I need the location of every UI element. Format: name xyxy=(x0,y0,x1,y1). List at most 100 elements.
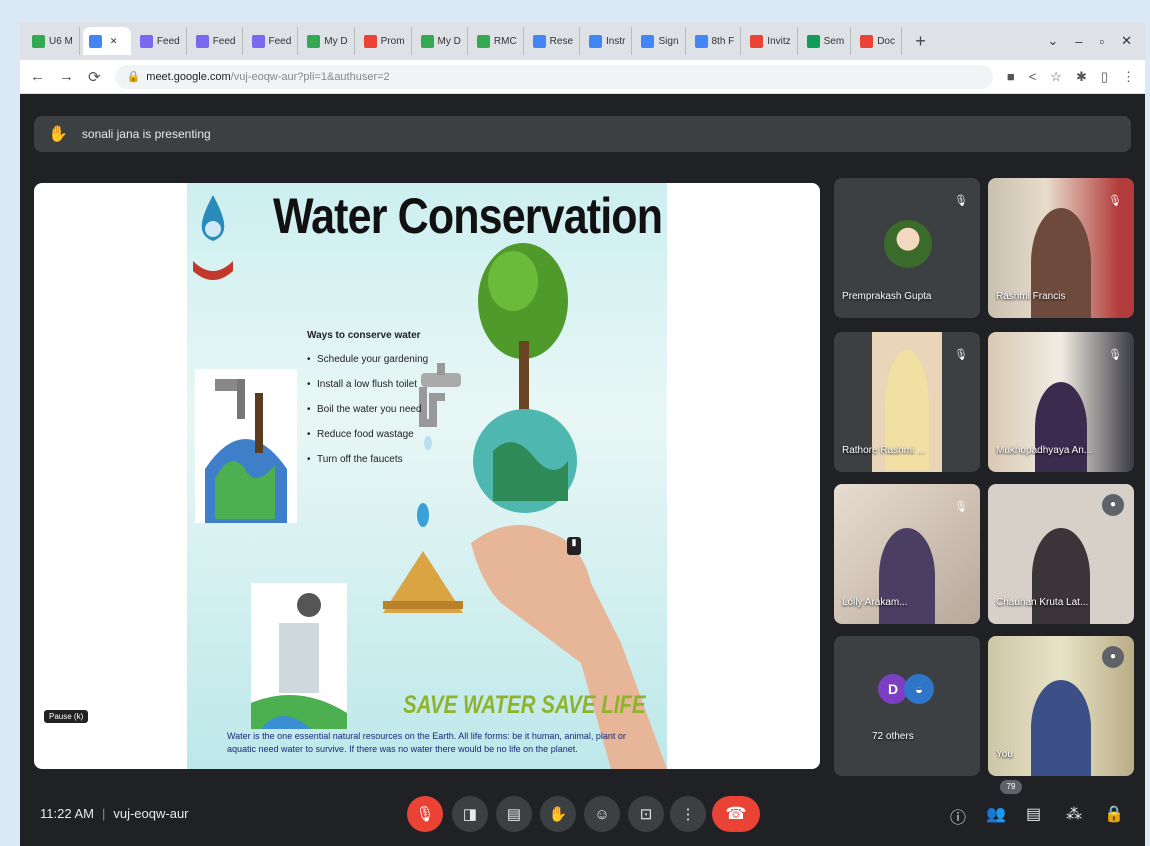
tab-favicon-icon xyxy=(32,34,45,48)
browser-tab[interactable]: 8th F xyxy=(689,27,742,55)
present-button[interactable]: ⊡ xyxy=(628,796,664,832)
slide: Water Conservation Ways to conserve wate… xyxy=(187,183,667,769)
chat-icon[interactable]: ▤ xyxy=(1026,804,1041,824)
participant-tile[interactable]: ● Chauhan Kruta Lat... xyxy=(988,484,1134,624)
browser-tab[interactable]: Feed xyxy=(134,27,187,55)
tab-label: Sem xyxy=(823,35,845,47)
lock-icon: 🔒 xyxy=(126,71,141,83)
menu-kebab-icon[interactable]: ⋮ xyxy=(1122,69,1135,85)
others-tile[interactable]: D ◒ 72 others xyxy=(834,636,980,776)
participant-tile[interactable]: 🎙 Rathore Rashmi ... xyxy=(834,332,980,472)
tab-favicon-icon xyxy=(532,34,546,48)
raise-hand-button[interactable]: ✋ xyxy=(540,796,576,832)
camera-toggle-button[interactable]: ◨ xyxy=(452,796,488,832)
maximize-icon[interactable]: ▫ xyxy=(1092,34,1111,49)
info-icon[interactable]: ⓘ xyxy=(950,804,966,828)
forward-icon[interactable]: → xyxy=(59,68,74,85)
slide-title: Water Conservation xyxy=(273,188,663,244)
presenting-text: sonali jana is presenting xyxy=(81,127,211,141)
browser-tab[interactable]: Prom xyxy=(358,27,412,55)
tab-label: My D xyxy=(437,35,461,47)
back-icon[interactable]: ← xyxy=(30,68,45,85)
more-options-button[interactable]: ⋮ xyxy=(670,796,706,832)
ways-item: Reduce food wastage xyxy=(307,429,428,440)
tab-search-icon[interactable]: ⌄ xyxy=(1040,33,1065,49)
browser-tab[interactable]: RMC xyxy=(471,27,524,55)
ways-item: Schedule your gardening xyxy=(307,354,428,365)
tab-favicon-icon xyxy=(307,34,321,48)
tab-favicon-icon xyxy=(806,34,820,48)
tab-label: Feed xyxy=(212,35,236,47)
tab-favicon-icon xyxy=(420,34,434,48)
participant-name: 72 others xyxy=(872,731,914,742)
sidebar-icon[interactable]: ▯ xyxy=(1101,69,1108,85)
participant-name: Mukhopadhyaya An... xyxy=(996,445,1093,456)
url-path: /vuj-eoqw-aur?pli=1&authuser=2 xyxy=(230,70,390,83)
captions-button[interactable]: ▤ xyxy=(496,796,532,832)
browser-tab[interactable]: Feed xyxy=(190,27,243,55)
minimize-icon[interactable]: – xyxy=(1068,34,1089,49)
tab-favicon-icon xyxy=(363,34,377,48)
hand-illustration xyxy=(471,525,667,769)
browser-tab[interactable]: Feed xyxy=(246,27,299,55)
mic-off-icon: 🎙 xyxy=(415,806,435,823)
mic-off-icon: 🎙 xyxy=(954,195,968,207)
presenter-avatar-icon: ✋ xyxy=(48,126,68,143)
self-tile[interactable]: ● You xyxy=(988,636,1134,776)
camera-icon: ◨ xyxy=(462,806,478,823)
browser-tab[interactable]: U6 M xyxy=(26,27,80,55)
mic-off-icon: 🎙 xyxy=(954,501,968,513)
browser-tab[interactable]: Doc xyxy=(854,27,903,55)
tab-label: 8th F xyxy=(711,35,735,47)
browser-tab[interactable]: Sem xyxy=(801,27,852,55)
people-icon[interactable]: 👥 xyxy=(986,804,1006,824)
close-tab-icon[interactable]: ✕ xyxy=(110,36,118,47)
person-silhouette xyxy=(1032,528,1090,624)
participant-tile[interactable]: 🎙 Rashmi Francis xyxy=(988,178,1134,318)
meeting-info: 11:22 AM | vuj-eoqw-aur xyxy=(40,806,189,821)
new-tab-button[interactable]: + xyxy=(905,31,936,52)
mic-off-icon: 🎙 xyxy=(954,349,968,361)
hand-icon: ✋ xyxy=(548,806,568,823)
participant-tile[interactable]: 🎙 Lolly Arakam... xyxy=(834,484,980,624)
tab-favicon-icon xyxy=(589,34,603,48)
tab-label: Rese xyxy=(549,35,574,47)
participant-tile[interactable]: 🎙 Mukhopadhyaya An... xyxy=(988,332,1134,472)
url-input[interactable]: 🔒 meet.google.com/vuj-eoqw-aur?pli=1&aut… xyxy=(114,64,993,89)
browser-tab[interactable]: Invitz xyxy=(744,27,798,55)
presentation-stage[interactable]: Water Conservation Ways to conserve wate… xyxy=(34,183,820,769)
tab-favicon-icon xyxy=(195,34,209,48)
browser-tab[interactable]: ✕ xyxy=(82,27,131,55)
close-window-icon[interactable]: ✕ xyxy=(1114,33,1139,49)
participant-tile[interactable]: 🎙 Premprakash Gupta xyxy=(834,178,980,318)
bookmark-star-icon[interactable]: ☆ xyxy=(1050,69,1062,85)
activities-icon[interactable]: ⁂ xyxy=(1066,804,1082,824)
ways-heading: Ways to conserve water xyxy=(307,330,421,341)
tank-illustration xyxy=(251,583,347,729)
tab-label: Invitz xyxy=(767,35,791,47)
extensions-icon[interactable]: ✱ xyxy=(1076,69,1087,85)
browser-tab[interactable]: Sign xyxy=(635,27,686,55)
browser-tab[interactable]: My D xyxy=(415,27,468,55)
browser-tab[interactable]: Rese xyxy=(527,27,581,55)
ways-item: Install a low flush toilet xyxy=(307,379,428,390)
slide-tagline: SAVE WATER SAVE LIFE xyxy=(403,691,646,719)
host-controls-icon[interactable]: 🔒 xyxy=(1104,804,1124,824)
tab-favicon-icon xyxy=(641,34,655,48)
present-icon: ⊡ xyxy=(639,806,653,823)
reload-icon[interactable]: ⟳ xyxy=(88,68,101,86)
pause-label[interactable]: Pause (k) xyxy=(44,710,89,723)
browser-tab[interactable]: Instr xyxy=(583,27,633,55)
tab-label: Doc xyxy=(877,35,895,47)
mic-off-icon: ● xyxy=(1102,494,1124,516)
mic-toggle-button[interactable]: 🎙 xyxy=(407,796,443,832)
separator: | xyxy=(101,806,106,821)
ways-item: Turn off the faucets xyxy=(307,454,428,465)
leave-call-button[interactable]: ☎ xyxy=(712,796,760,832)
share-icon[interactable]: < xyxy=(1029,69,1037,84)
camera-permission-icon[interactable]: ■ xyxy=(1007,69,1015,84)
kebab-icon: ⋮ xyxy=(680,806,696,823)
reactions-button[interactable]: ☺ xyxy=(584,796,620,832)
browser-tab[interactable]: My D xyxy=(301,27,355,55)
tab-label: Sign xyxy=(658,35,679,47)
